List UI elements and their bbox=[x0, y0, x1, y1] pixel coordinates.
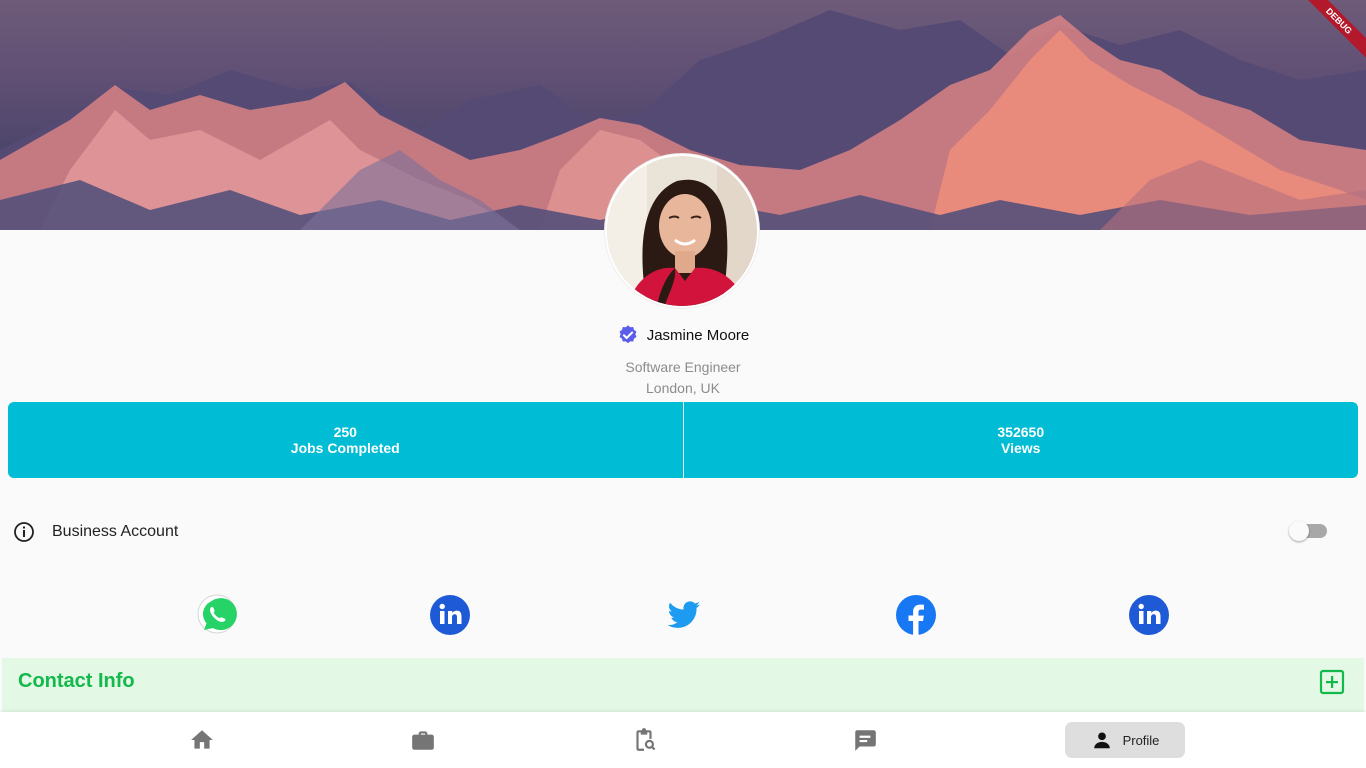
whatsapp-icon[interactable] bbox=[196, 594, 238, 636]
stat-value: 250 bbox=[333, 424, 357, 440]
avatar-photo bbox=[607, 156, 757, 306]
stat-label: Views bbox=[1001, 440, 1041, 456]
add-box-icon[interactable] bbox=[1319, 669, 1345, 695]
clipboard-search-icon[interactable] bbox=[631, 727, 657, 753]
business-account-label: Business Account bbox=[52, 523, 179, 540]
profile-subtitle: Software Engineer London, UK bbox=[0, 357, 1366, 399]
contact-info-title: Contact Info bbox=[18, 670, 135, 692]
avatar[interactable] bbox=[605, 154, 759, 308]
home-icon[interactable] bbox=[189, 727, 215, 753]
stat-views[interactable]: 352650 Views bbox=[682, 402, 1359, 478]
business-account-row: Business Account bbox=[12, 518, 1354, 546]
person-icon bbox=[1093, 732, 1110, 749]
briefcase-icon[interactable] bbox=[410, 727, 436, 753]
nav-profile-tab[interactable]: Profile bbox=[1065, 722, 1185, 758]
profile-name-row: Jasmine Moore bbox=[0, 324, 1366, 346]
social-links bbox=[0, 594, 1366, 638]
linkedin-icon[interactable] bbox=[429, 594, 471, 636]
business-account-toggle[interactable] bbox=[1289, 521, 1327, 541]
stat-value: 352650 bbox=[997, 424, 1045, 440]
verified-badge-icon bbox=[619, 325, 637, 344]
profile-job-title: Software Engineer bbox=[625, 359, 741, 375]
bottom-navigation: Profile bbox=[0, 712, 1366, 768]
twitter-icon[interactable] bbox=[662, 594, 704, 636]
facebook-icon[interactable] bbox=[895, 594, 937, 636]
linkedin-icon[interactable] bbox=[1128, 594, 1170, 636]
profile-location: London, UK bbox=[646, 380, 720, 396]
stat-label: Jobs Completed bbox=[290, 440, 400, 456]
stat-jobs-completed[interactable]: 250 Jobs Completed bbox=[8, 402, 683, 478]
nav-profile-label: Profile bbox=[1122, 732, 1160, 748]
info-icon[interactable] bbox=[12, 520, 36, 544]
profile-name: Jasmine Moore bbox=[646, 326, 750, 344]
contact-info-header[interactable]: Contact Info bbox=[2, 658, 1364, 717]
toggle-knob bbox=[1289, 521, 1309, 541]
chat-icon[interactable] bbox=[852, 727, 878, 753]
stats-panel: 250 Jobs Completed 352650 Views bbox=[8, 402, 1358, 478]
